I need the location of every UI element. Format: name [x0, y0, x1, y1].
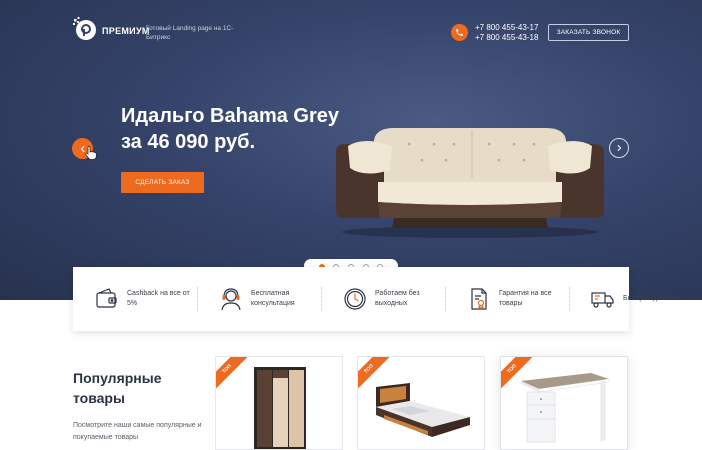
chevron-right-icon [617, 144, 622, 152]
truck-icon [591, 292, 614, 308]
hand-cursor-icon [85, 146, 97, 160]
popular-title: Популярные товары [73, 370, 162, 406]
tagline: Готовый Landing page на 1С-Битрикс [146, 25, 234, 41]
slider-next-button[interactable] [609, 138, 629, 158]
phone-icon[interactable] [451, 24, 468, 41]
popular-description: Посмотрите наши самые популярные и покуп… [73, 422, 202, 441]
phone-numbers: +7 800 455-43-17 +7 800 455-43-18 [475, 23, 538, 43]
feature-cashback: Cashback на все от 5% [73, 279, 197, 319]
feature-delivery: Быстрая доставка [569, 279, 693, 319]
logo-icon[interactable] [73, 17, 97, 41]
certificate-icon [471, 288, 487, 310]
desk-icon [521, 373, 610, 443]
phone-number-2[interactable]: +7 800 455-43-18 [475, 33, 538, 43]
top-badge: ТОП [216, 357, 249, 391]
wallet-icon [96, 288, 117, 308]
wardrobe-icon [254, 367, 306, 449]
feature-warranty: Гарантия на все товары [445, 279, 569, 319]
slide-title-line-2: за 46 090 руб. [121, 131, 256, 153]
feature-text: Работаем без выходных [375, 290, 420, 307]
callback-button[interactable]: ЗАКАЗАТЬ ЗВОНОК [548, 24, 629, 41]
feature-schedule: Работаем без выходных [321, 279, 445, 319]
phone-number-1[interactable]: +7 800 455-43-17 [475, 23, 538, 33]
feature-text: Cashback на все от 5% [127, 290, 190, 307]
slide-title: Идальго Bahama Grey за 46 090 руб. [121, 103, 339, 155]
feature-text: Быстрая доставка [623, 295, 683, 302]
feature-text: Бесплатная консультация [251, 290, 295, 307]
features-bar: Cashback на все от 5% Бесплатная консуль… [73, 267, 682, 331]
hero-section: ПРЕМИУМ Готовый Landing page на 1С-Битри… [0, 0, 702, 300]
bed-icon [376, 383, 470, 437]
brand-name: ПРЕМИУМ [102, 26, 150, 36]
product-card[interactable]: ТОП [215, 356, 343, 450]
clock-icon [344, 288, 366, 310]
slide-title-line-1: Идальго Bahama Grey [121, 105, 339, 127]
sofa-image [336, 128, 604, 238]
order-button[interactable]: СДЕЛАТЬ ЗАКАЗ [121, 172, 204, 193]
product-card[interactable]: ТОП [500, 356, 628, 450]
headset-icon [221, 288, 241, 311]
feature-text: Гарантия на все товары [499, 290, 552, 307]
feature-consultation: Бесплатная консультация [197, 279, 321, 319]
product-card[interactable]: ТОП [357, 356, 485, 450]
